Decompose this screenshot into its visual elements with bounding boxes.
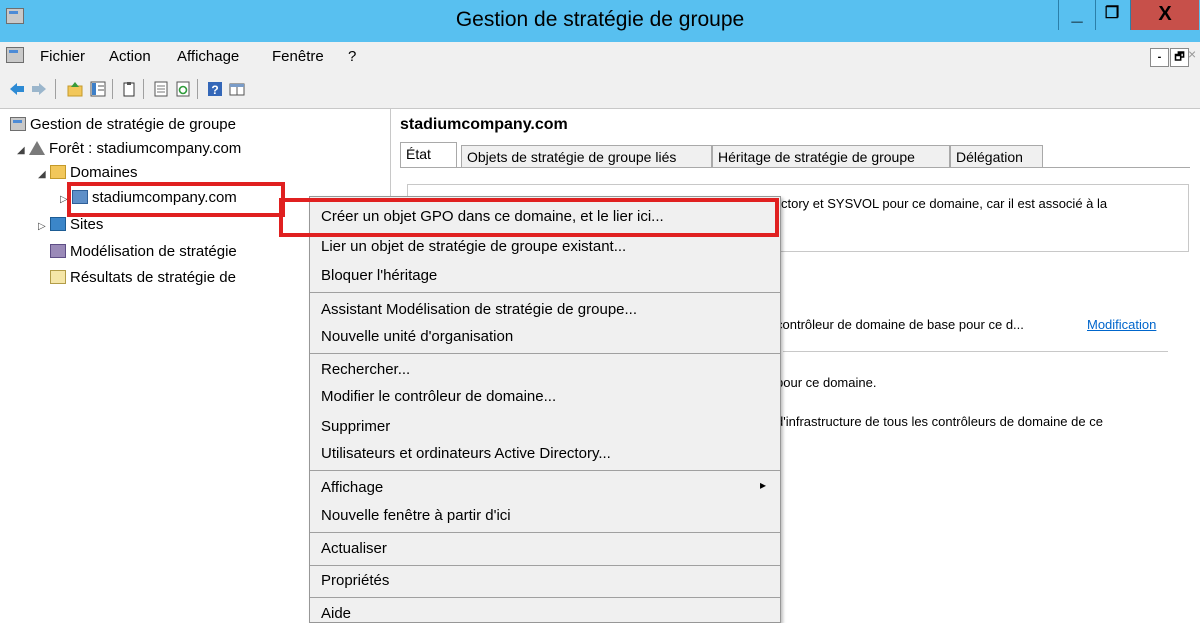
context-menu: Créer un objet GPO dans ce domaine, et l…: [309, 196, 781, 623]
properties-icon[interactable]: [153, 81, 169, 97]
submenu-arrow-icon: ▸: [760, 478, 767, 492]
highlight-box: [279, 198, 779, 237]
domains-folder-icon: [50, 165, 66, 179]
tree-item-sites[interactable]: ▷ Sites: [38, 216, 103, 233]
menu-item-refresh[interactable]: Actualiser: [321, 540, 387, 557]
tree-label: Résultats de stratégie de: [70, 269, 236, 286]
menu-item-view[interactable]: Affichage: [321, 479, 383, 496]
menu-help[interactable]: ?: [348, 48, 356, 65]
show-tree-icon[interactable]: [90, 81, 106, 97]
minimize-button[interactable]: _: [1058, 0, 1096, 30]
expand-arrow-icon[interactable]: ▷: [38, 221, 50, 232]
tree-label: Forêt : stadiumcompany.com: [49, 140, 242, 157]
tree-item-modeling[interactable]: Modélisation de stratégie: [50, 243, 237, 260]
tree-label: Modélisation de stratégie: [70, 243, 237, 260]
divider: [783, 351, 1168, 352]
menu-item-help[interactable]: Aide: [321, 605, 351, 622]
toolbar: ?: [0, 70, 1200, 109]
forward-arrow-icon[interactable]: [31, 81, 47, 97]
menu-item-properties[interactable]: Propriétés: [321, 572, 389, 589]
menu-item-new-window[interactable]: Nouvelle fenêtre à partir d'ici: [321, 507, 511, 524]
tree-item-root[interactable]: Gestion de stratégie de groupe: [10, 116, 236, 133]
window-title: Gestion de stratégie de groupe: [455, 8, 745, 31]
tree-label: Gestion de stratégie de groupe: [30, 116, 236, 133]
toolbar-separator: [55, 79, 56, 99]
results-icon: [50, 270, 66, 284]
menu-item-change-dc[interactable]: Modifier le contrôleur de domaine...: [321, 388, 556, 405]
menu-bar: Fichier Action Affichage Fenêtre ? - 🗗 ×: [0, 42, 1200, 70]
menu-item-aduc[interactable]: Utilisateurs et ordinateurs Active Direc…: [321, 445, 611, 462]
domain-text: pour ce domaine.: [776, 375, 877, 390]
modeling-icon: [50, 244, 66, 258]
dc-text: contrôleur de domaine de base pour ce d.…: [776, 317, 1024, 332]
tab-divider: [400, 167, 1190, 168]
toolbar-separator: [197, 79, 198, 99]
menu-item-search[interactable]: Rechercher...: [321, 361, 410, 378]
tree-label: Domaines: [70, 164, 138, 181]
console-icon: [10, 117, 26, 131]
collapse-arrow-icon[interactable]: ◢: [38, 169, 50, 180]
pane-heading: stadiumcompany.com: [400, 116, 568, 133]
menu-affichage[interactable]: Affichage: [177, 48, 239, 65]
tab-inheritance[interactable]: Héritage de stratégie de groupe: [712, 145, 950, 168]
tree-label: Sites: [70, 216, 104, 233]
mdi-minimize-button[interactable]: -: [1150, 48, 1169, 67]
infrastructure-text: d'infrastructure de tous les contrôleurs…: [776, 414, 1103, 429]
tab-delegation[interactable]: Délégation: [950, 145, 1043, 168]
mdi-restore-button[interactable]: 🗗: [1170, 48, 1189, 67]
svg-text:?: ?: [211, 83, 218, 97]
clipboard-icon[interactable]: [121, 81, 137, 97]
menu-separator: [310, 597, 780, 598]
menu-fenetre[interactable]: Fenêtre: [272, 48, 324, 65]
menu-item-modeling-wizard[interactable]: Assistant Modélisation de stratégie de g…: [321, 301, 637, 318]
menu-item-delete[interactable]: Supprimer: [321, 418, 390, 435]
title-bar: Gestion de stratégie de groupe _ ❐ X: [0, 0, 1200, 42]
status-text: ctory et SYSVOL pour ce domaine, car il …: [781, 196, 1108, 211]
sites-icon: [50, 217, 66, 231]
toolbar-separator: [143, 79, 144, 99]
system-menu-icon[interactable]: [6, 47, 24, 63]
tab-etat[interactable]: État: [400, 142, 457, 168]
forest-icon: [29, 141, 45, 155]
close-button[interactable]: X: [1131, 0, 1199, 30]
action-pane-icon[interactable]: [229, 81, 245, 97]
refresh-icon[interactable]: [175, 81, 191, 97]
tab-linked-gpo[interactable]: Objets de stratégie de groupe liés: [461, 145, 712, 168]
menu-separator: [310, 565, 780, 566]
menu-separator: [310, 470, 780, 471]
up-folder-icon[interactable]: [67, 81, 83, 97]
collapse-arrow-icon[interactable]: ◢: [17, 145, 29, 156]
menu-action[interactable]: Action: [109, 48, 151, 65]
menu-separator: [310, 353, 780, 354]
modification-link[interactable]: Modification: [1087, 317, 1156, 332]
toolbar-separator: [112, 79, 113, 99]
tree-item-results[interactable]: Résultats de stratégie de: [50, 269, 236, 286]
menu-separator: [310, 292, 780, 293]
tree-item-domains[interactable]: ◢ Domaines: [38, 164, 138, 181]
menu-item-new-ou[interactable]: Nouvelle unité d'organisation: [321, 328, 513, 345]
menu-item-link-gpo[interactable]: Lier un objet de stratégie de groupe exi…: [321, 238, 626, 255]
maximize-button[interactable]: ❐: [1094, 0, 1131, 30]
menu-separator: [310, 532, 780, 533]
highlight-box: [67, 182, 285, 217]
help-icon[interactable]: ?: [207, 81, 223, 97]
menu-item-block-inheritance[interactable]: Bloquer l'héritage: [321, 267, 437, 284]
mdi-close-button[interactable]: ×: [1188, 46, 1196, 62]
menu-fichier[interactable]: Fichier: [40, 48, 85, 65]
tree-item-forest[interactable]: ◢ Forêt : stadiumcompany.com: [17, 140, 241, 157]
back-arrow-icon[interactable]: [9, 81, 25, 97]
